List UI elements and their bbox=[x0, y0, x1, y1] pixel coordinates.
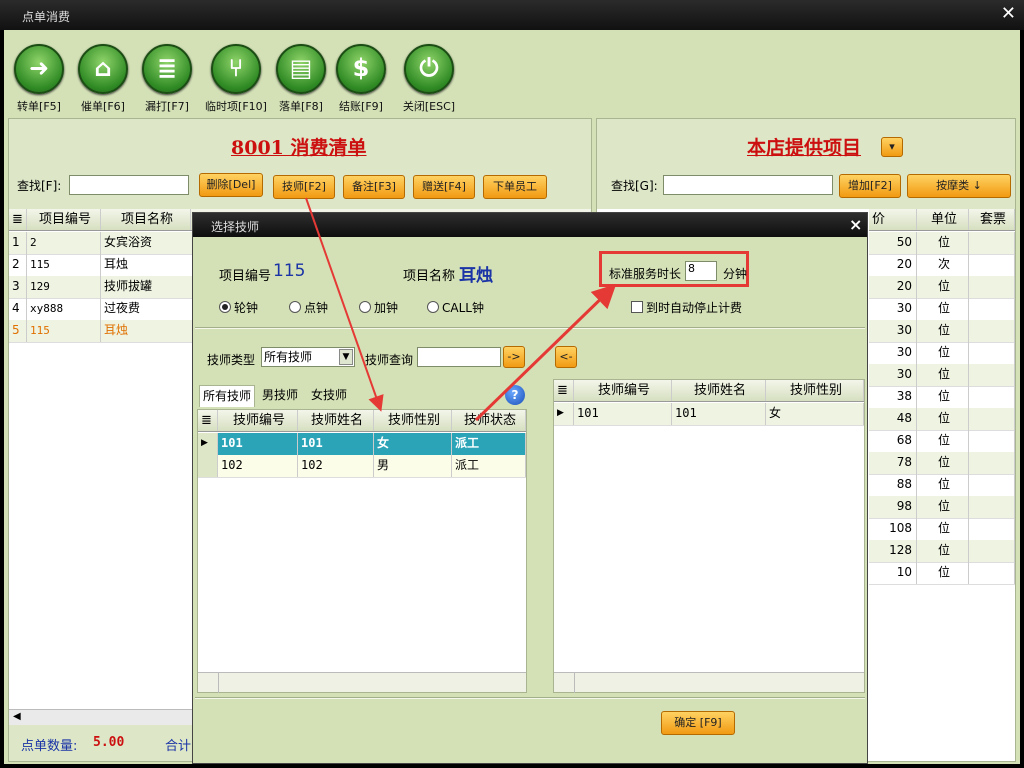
annotation-arrow-duration bbox=[474, 283, 617, 422]
annotation-overlay bbox=[305, 197, 617, 422]
annotation-arrow-technician bbox=[305, 197, 384, 412]
